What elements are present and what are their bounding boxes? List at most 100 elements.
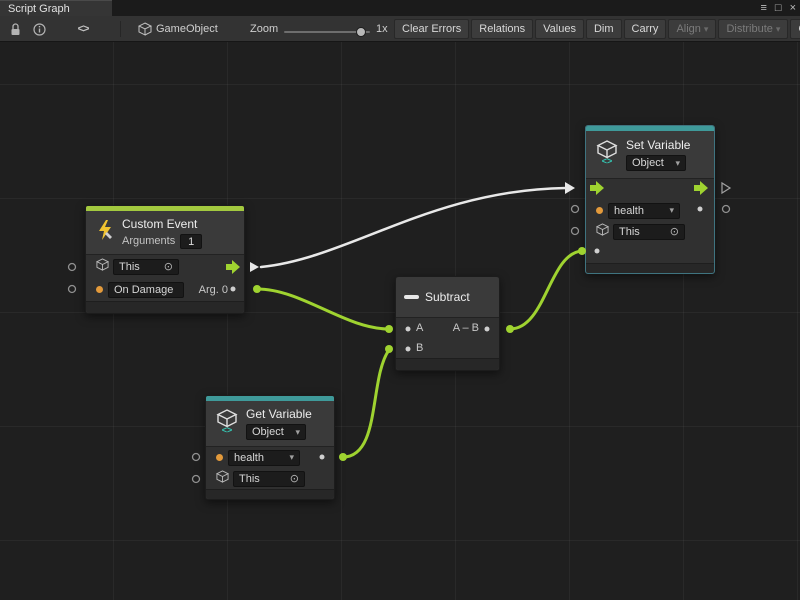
port-unconnected[interactable] [193, 476, 200, 483]
wire-subtract-to-setvariable[interactable] [510, 251, 582, 329]
node-footer [396, 358, 499, 370]
port-unconnected[interactable] [723, 206, 730, 213]
wire-getvariable-to-subtract-b[interactable] [343, 350, 389, 457]
target-picker-icon[interactable]: ⊙ [290, 472, 299, 485]
arguments-label: Arguments [122, 235, 175, 247]
tab-script-graph[interactable]: Script Graph [0, 0, 112, 16]
tab-strip: Script Graph ≡ □ × [0, 0, 800, 16]
port-subtract-b-in[interactable] [385, 345, 393, 353]
carry-button[interactable]: Carry [624, 19, 667, 39]
toolbar-separator [120, 21, 121, 37]
port-unconnected[interactable] [572, 206, 579, 213]
variable-name-value: health [234, 452, 264, 464]
set-variable-flow-row [586, 179, 714, 200]
node-custom-event[interactable]: Custom Event Arguments 1 This ⊙ [85, 205, 245, 314]
kind-value: Object [252, 426, 284, 438]
event-name-field[interactable]: On Damage [108, 282, 184, 298]
target-picker-icon[interactable]: ⊙ [164, 260, 173, 273]
target-dropdown[interactable]: This ⊙ [113, 259, 179, 275]
target-dropdown[interactable]: This ⊙ [613, 224, 685, 240]
port-unconnected[interactable] [69, 286, 76, 293]
button-label: Align [676, 23, 700, 35]
gameobject-label[interactable]: GameObject [156, 23, 218, 35]
dim-button[interactable]: Dim [586, 19, 622, 39]
get-variable-header: <> Get Variable Object ▾ [206, 401, 334, 447]
get-variable-name-row: health ▾ [206, 447, 334, 468]
port-subtract-out[interactable] [506, 325, 514, 333]
node-subtract[interactable]: Subtract A A – B B [395, 276, 500, 371]
clear-errors-button[interactable]: Clear Errors [394, 19, 469, 39]
toolbar-buttons: Clear Errors Relations Values Dim Carry … [394, 19, 800, 39]
chevron-down-icon: ▾ [704, 24, 709, 34]
port-unconnected[interactable] [69, 264, 76, 271]
values-button[interactable]: Values [535, 19, 584, 39]
info-icon[interactable] [30, 21, 48, 37]
graph-canvas[interactable]: Custom Event Arguments 1 This ⊙ [0, 42, 800, 600]
port-control-unconnected[interactable] [722, 183, 730, 193]
node-title: Subtract [425, 290, 470, 304]
variable-kind-dropdown[interactable]: Object ▾ [626, 155, 686, 171]
chevron-down-icon: ▾ [295, 427, 300, 438]
button-label: Values [543, 23, 576, 35]
target-picker-icon[interactable]: ⊙ [670, 225, 679, 238]
align-button[interactable]: Align ▾ [668, 19, 716, 39]
gameobject-cube-icon [96, 258, 109, 276]
chevron-down-icon: ▾ [289, 452, 294, 463]
node-set-variable[interactable]: <> Set Variable Object ▾ health ▾ [585, 125, 715, 274]
window-controls: ≡ □ × [760, 0, 796, 16]
node-footer [586, 263, 714, 273]
overview-button[interactable]: Overview [790, 19, 800, 39]
kind-value: Object [632, 157, 664, 169]
variable-name-dropdown[interactable]: health ▾ [228, 450, 300, 466]
gameobject-cube-icon [216, 470, 229, 488]
subtract-header: Subtract [396, 277, 499, 318]
variable-name-value: health [614, 205, 644, 217]
node-title: Get Variable [246, 407, 312, 421]
button-label: Clear Errors [402, 23, 461, 35]
window-menu-icon[interactable]: ≡ [760, 2, 766, 14]
target-value: This [239, 473, 260, 485]
string-value-dot [216, 454, 223, 461]
window-maximize-icon[interactable]: □ [775, 2, 782, 14]
zoom-slider[interactable] [284, 31, 370, 33]
graph-toolbar: <> GameObject Zoom 1x Clear Errors Relat… [0, 16, 800, 42]
string-value-dot [96, 286, 103, 293]
variable-kind-dropdown[interactable]: Object ▾ [246, 424, 306, 440]
custom-event-header: Custom Event Arguments 1 [86, 211, 244, 255]
control-input-cap[interactable] [565, 182, 575, 194]
tab-title: Script Graph [8, 3, 70, 15]
port-subtract-a-in[interactable] [385, 325, 393, 333]
lock-icon[interactable] [6, 21, 24, 37]
distribute-button[interactable]: Distribute▾ [718, 19, 788, 39]
port-a-label: A [416, 322, 423, 334]
arguments-count-field[interactable]: 1 [180, 234, 202, 249]
port-getvariable-out[interactable] [339, 453, 347, 461]
code-icon[interactable]: <> [74, 21, 92, 37]
button-label: Relations [479, 23, 525, 35]
wire-control-flow[interactable] [261, 188, 566, 267]
wire-arg0-to-subtract-a[interactable] [257, 289, 389, 329]
button-label: Distribute [726, 23, 772, 35]
window-close-icon[interactable]: × [790, 2, 796, 14]
set-variable-value-row [586, 242, 714, 263]
arg0-port-label: Arg. 0 [199, 284, 228, 296]
target-value: This [119, 261, 140, 273]
relations-button[interactable]: Relations [471, 19, 533, 39]
zoom-slider-handle[interactable] [356, 27, 366, 37]
port-out-label: A – B [453, 322, 479, 334]
variable-name-dropdown[interactable]: health ▾ [608, 203, 680, 219]
port-unconnected[interactable] [193, 454, 200, 461]
port-unconnected[interactable] [572, 228, 579, 235]
get-variable-target-row: This ⊙ [206, 468, 334, 489]
target-dropdown[interactable]: This ⊙ [233, 471, 305, 487]
button-label: Carry [632, 23, 659, 35]
port-arg0-out[interactable] [253, 285, 261, 293]
set-variable-header: <> Set Variable Object ▾ [586, 131, 714, 179]
gameobject-cube-icon [138, 22, 152, 41]
set-variable-target-row: This ⊙ [586, 221, 714, 242]
node-get-variable[interactable]: <> Get Variable Object ▾ health ▾ [205, 395, 335, 500]
subtract-row-a: A A – B [396, 318, 499, 338]
control-output-cap[interactable] [250, 262, 259, 272]
event-name-value: On Damage [114, 284, 173, 296]
minus-icon [404, 295, 419, 299]
